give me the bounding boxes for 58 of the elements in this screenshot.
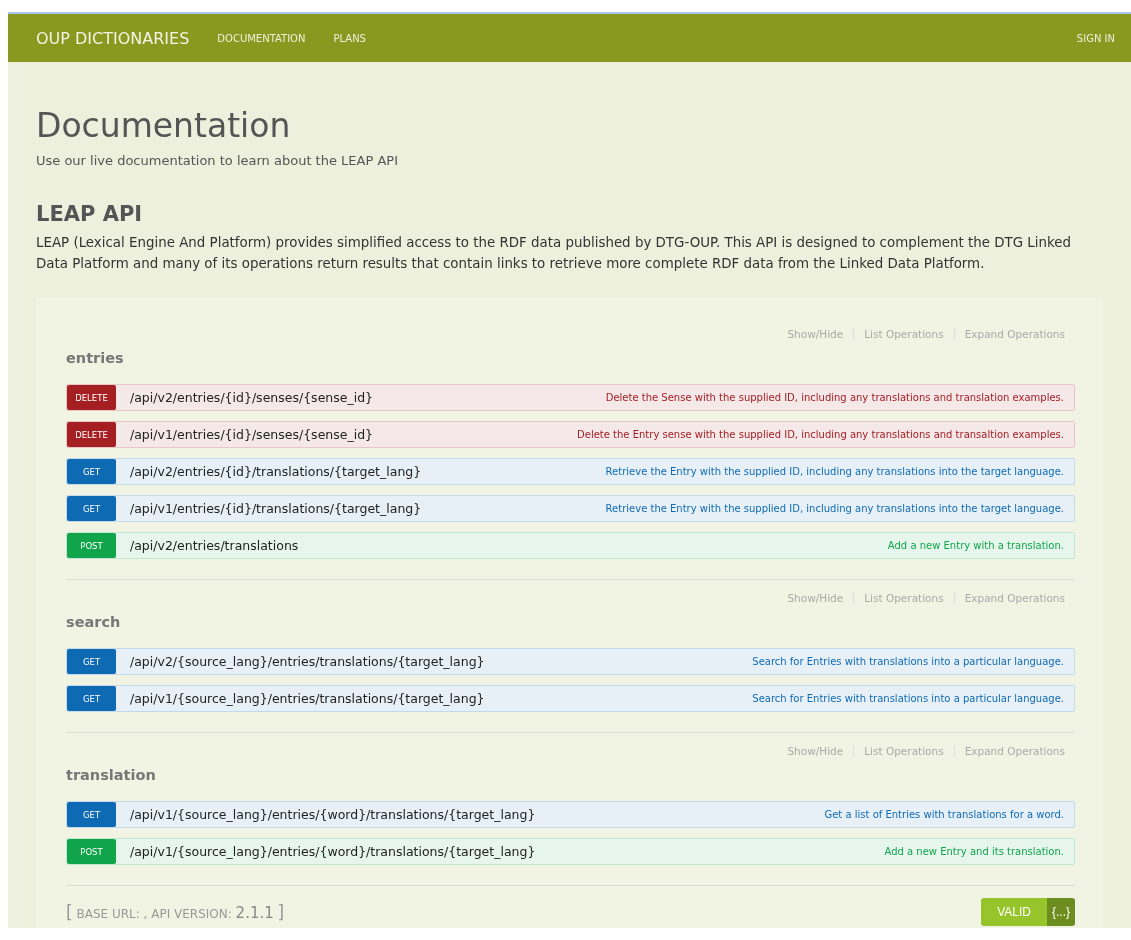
operation-row[interactable]: GET /api/v2/{source_lang}/entries/translations/{target_lang} Search for Entries with translations into a particular language. xyxy=(66,648,1075,675)
section-action-link[interactable]: Expand Operations xyxy=(953,328,1075,340)
endpoint-summary: Search for Entries with translations into a particular language. xyxy=(752,656,1065,667)
api-description: LEAP (Lexical Engine And Platform) provides simplified access to the RDF data published by DTG-OUP. This API is designed to complement the DTG Linked Data Platform and many of its operations return results that contain links to retrieve more complete RDF data from the Linked Data Platform. xyxy=(36,234,1072,273)
endpoint-summary: Retrieve the Entry with the supplied ID, including any translations into the target language. xyxy=(605,503,1065,514)
endpoint-summary: Delete the Sense with the supplied ID, including any translations and translation examples. xyxy=(605,392,1065,403)
operation-row[interactable]: DELETE /api/v2/entries/{id}/senses/{sense_id} Delete the Sense with the supplied ID, including any translations and translation examples. xyxy=(66,384,1075,411)
section-action-link[interactable]: Expand Operations xyxy=(953,592,1075,604)
section-action-link[interactable]: Show/Hide xyxy=(777,592,854,604)
endpoint-path: /api/v2/entries/{id}/senses/{sense_id} xyxy=(130,390,374,405)
method-badge: GET xyxy=(67,802,116,827)
nav-link[interactable]: DOCUMENTATION xyxy=(217,32,306,44)
page-subtitle: Use our live documentation to learn about the LEAP API xyxy=(36,153,399,168)
endpoint-summary: Add a new Entry and its translation. xyxy=(884,846,1065,857)
operation-row[interactable]: GET /api/v1/{source_lang}/entries/translations/{target_lang} Search for Entries with translations into a particular language. xyxy=(66,685,1075,712)
nav-link[interactable]: PLANS xyxy=(333,32,366,44)
endpoint-path: /api/v1/{source_lang}/entries/{word}/translations/{target_lang} xyxy=(130,844,536,859)
method-badge: GET xyxy=(67,686,116,711)
endpoint-path: /api/v1/{source_lang}/entries/translations/{target_lang} xyxy=(130,691,485,706)
section-action-link[interactable]: List Operations xyxy=(853,328,954,340)
endpoint-path: /api/v1/{source_lang}/entries/{word}/translations/{target_lang} xyxy=(130,807,536,822)
validator-badge[interactable]: VALID {...} xyxy=(981,898,1075,926)
section-title[interactable]: translation xyxy=(66,767,156,783)
endpoint-path: /api/v1/entries/{id}/senses/{sense_id} xyxy=(130,427,374,442)
api-title: LEAP API xyxy=(36,202,144,226)
page-title: Documentation xyxy=(36,106,292,145)
endpoint-path: /api/v2/{source_lang}/entries/translations/{target_lang} xyxy=(130,654,485,669)
endpoint-summary: Delete the Entry sense with the supplied ID, including any translations and transaltion examples. xyxy=(577,429,1065,440)
operation-row[interactable]: POST /api/v2/entries/translations Add a new Entry with a translation. xyxy=(66,532,1075,559)
section-action-link[interactable]: Expand Operations xyxy=(953,745,1075,757)
method-badge: POST xyxy=(67,839,116,864)
endpoint-summary: Get a list of Entries with translations for a word. xyxy=(824,809,1065,820)
method-badge: GET xyxy=(67,459,116,484)
section-action-link[interactable]: List Operations xyxy=(853,592,954,604)
method-badge: POST xyxy=(67,533,116,558)
section-action-link[interactable]: List Operations xyxy=(853,745,954,757)
method-badge: GET xyxy=(67,649,116,674)
section-action-link[interactable]: Show/Hide xyxy=(777,328,854,340)
section-action-link[interactable]: Show/Hide xyxy=(777,745,854,757)
method-badge: GET xyxy=(67,496,116,521)
section-title[interactable]: search xyxy=(66,614,121,630)
endpoint-summary: Add a new Entry with a translation. xyxy=(887,540,1065,551)
base-url-info: [ BASE URL: , API VERSION: 2.1.1 ] xyxy=(66,902,285,922)
operation-row[interactable]: DELETE /api/v1/entries/{id}/senses/{sense_id} Delete the Entry sense with the supplied ID, including any translations and transaltion examples. xyxy=(66,421,1075,448)
method-badge: DELETE xyxy=(67,385,116,410)
section-title[interactable]: entries xyxy=(66,350,124,366)
endpoint-summary: Search for Entries with translations into a particular language. xyxy=(752,693,1065,704)
operation-row[interactable]: GET /api/v2/entries/{id}/translations/{target_lang} Retrieve the Entry with the supplied ID, including any translations into the target language. xyxy=(66,458,1075,485)
operation-row[interactable]: GET /api/v1/{source_lang}/entries/{word}/translations/{target_lang} Get a list of Entries with translations for a word. xyxy=(66,801,1075,828)
endpoint-path: /api/v2/entries/translations xyxy=(130,538,299,553)
brand-logo[interactable]: OUP DICTIONARIES xyxy=(36,28,190,48)
operation-row[interactable]: GET /api/v1/entries/{id}/translations/{target_lang} Retrieve the Entry with the supplied ID, including any translations into the target language. xyxy=(66,495,1075,522)
endpoint-summary: Retrieve the Entry with the supplied ID, including any translations into the target language. xyxy=(605,466,1065,477)
method-badge: DELETE xyxy=(67,422,116,447)
operation-row[interactable]: POST /api/v1/{source_lang}/entries/{word}/translations/{target_lang} Add a new Entry and its translation. xyxy=(66,838,1075,865)
sign-in-link[interactable]: SIGN IN xyxy=(1076,32,1115,44)
endpoint-path: /api/v2/entries/{id}/translations/{target_lang} xyxy=(130,464,422,479)
endpoint-path: /api/v1/entries/{id}/translations/{target_lang} xyxy=(130,501,422,516)
